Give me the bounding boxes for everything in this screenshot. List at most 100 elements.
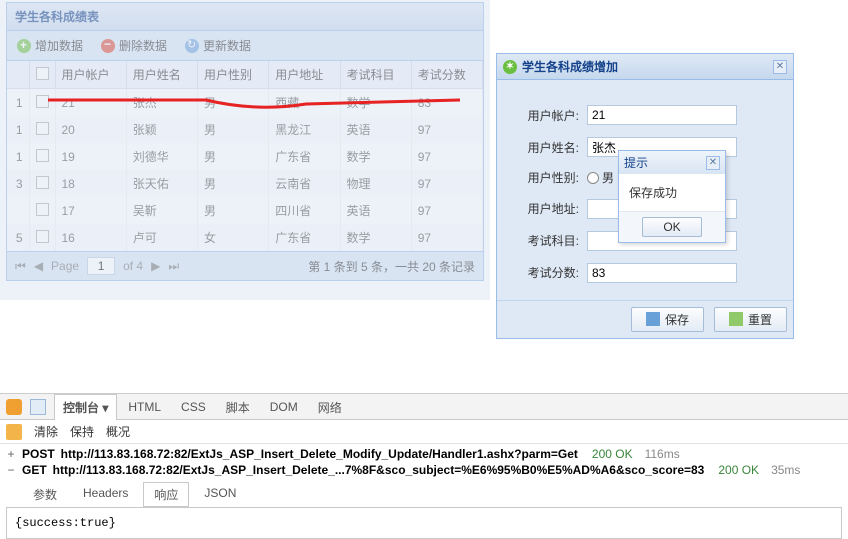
col-addr[interactable]: 用户地址 <box>269 61 340 89</box>
keep-link[interactable]: 保持 <box>70 423 94 440</box>
cell-name: 卢可 <box>126 224 197 251</box>
resp-tab-params[interactable]: 参数 <box>22 482 68 507</box>
response-body: {success:true} <box>6 507 842 539</box>
cell-check[interactable] <box>29 143 55 170</box>
col-subj[interactable]: 考试科目 <box>340 61 411 89</box>
cell-sex: 男 <box>198 197 269 224</box>
resp-tab-headers[interactable]: Headers <box>72 482 139 507</box>
tab-css[interactable]: CSS <box>172 395 215 418</box>
summary-link[interactable]: 概况 <box>106 423 130 440</box>
page-next-icon[interactable]: ▶ <box>151 259 160 273</box>
update-icon <box>185 39 199 53</box>
table-row[interactable]: 120张颖男黑龙江英语97 <box>7 116 483 143</box>
delete-button[interactable]: 删除数据 <box>97 35 171 56</box>
radio-male[interactable]: 男 <box>587 169 614 186</box>
lbl-addr: 用户地址: <box>513 194 585 224</box>
cell-check[interactable] <box>29 170 55 197</box>
col-check[interactable] <box>29 61 55 89</box>
delete-icon <box>101 39 115 53</box>
cell-sex: 女 <box>198 224 269 251</box>
page-first-icon[interactable]: ⏮ <box>15 259 26 274</box>
page-prev-icon[interactable]: ◀ <box>34 259 43 273</box>
update-button[interactable]: 更新数据 <box>181 35 255 56</box>
page-last-icon[interactable]: ⏭ <box>168 259 179 274</box>
page-input[interactable] <box>87 257 115 275</box>
net-time: 35ms <box>771 463 800 477</box>
net-status: 200 OK <box>592 447 633 461</box>
warn-icon[interactable] <box>6 424 22 440</box>
input-score[interactable] <box>587 263 737 283</box>
cell-check[interactable] <box>29 197 55 224</box>
clear-link[interactable]: 清除 <box>34 423 58 440</box>
grid-toolbar: 增加数据 删除数据 更新数据 <box>7 31 483 61</box>
resp-tab-json[interactable]: JSON <box>193 482 247 507</box>
resp-tab-resp[interactable]: 响应 <box>143 482 189 507</box>
col-acct[interactable]: 用户帐户 <box>55 61 126 89</box>
net-row[interactable]: +POSThttp://113.83.168.72:82/ExtJs_ASP_I… <box>6 446 842 462</box>
save-icon <box>646 312 660 326</box>
save-button[interactable]: 保存 <box>631 307 704 332</box>
tab-dom[interactable]: DOM <box>261 395 307 418</box>
inspect-icon[interactable] <box>30 399 46 415</box>
reset-icon <box>729 312 743 326</box>
cell-rownum <box>7 197 29 224</box>
form-icon: ✶ <box>503 60 517 74</box>
firebug-icon[interactable] <box>6 399 22 415</box>
cell-acct: 20 <box>55 116 126 143</box>
net-time: 116ms <box>645 447 680 461</box>
cell-subj: 数学 <box>340 224 411 251</box>
tab-script[interactable]: 脚本 <box>217 394 259 420</box>
cell-acct: 21 <box>55 89 126 117</box>
lbl-sex: 用户性别: <box>513 164 585 192</box>
net-row[interactable]: −GEThttp://113.83.168.72:82/ExtJs_ASP_In… <box>6 462 842 478</box>
col-rownum <box>7 61 29 89</box>
cell-check[interactable] <box>29 224 55 251</box>
table-row[interactable]: 119刘德华男广东省数学97 <box>7 143 483 170</box>
page-of: of 4 <box>123 259 143 273</box>
expand-icon[interactable]: + <box>6 447 16 461</box>
table-row[interactable]: 17吴靳男四川省英语97 <box>7 197 483 224</box>
cell-addr: 西藏 <box>269 89 340 117</box>
cell-acct: 19 <box>55 143 126 170</box>
col-sex[interactable]: 用户性别 <box>198 61 269 89</box>
table-row[interactable]: 318张天佑男云南省物理97 <box>7 170 483 197</box>
input-acct[interactable] <box>587 105 737 125</box>
net-url: http://113.83.168.72:82/ExtJs_ASP_Insert… <box>53 463 705 477</box>
cell-subj: 数学 <box>340 143 411 170</box>
cell-rownum: 1 <box>7 116 29 143</box>
cell-addr: 四川省 <box>269 197 340 224</box>
form-title: 学生各科成绩增加 <box>522 58 618 75</box>
cell-name: 刘德华 <box>126 143 197 170</box>
cell-rownum: 5 <box>7 224 29 251</box>
cell-score: 83 <box>411 89 482 117</box>
tab-console[interactable]: 控制台 <box>54 394 117 420</box>
cell-name: 张颖 <box>126 116 197 143</box>
cell-rownum: 1 <box>7 143 29 170</box>
expand-icon[interactable]: − <box>6 463 16 477</box>
update-label: 更新数据 <box>203 37 251 54</box>
cell-name: 张天佑 <box>126 170 197 197</box>
reset-button[interactable]: 重置 <box>714 307 787 332</box>
cell-subj: 英语 <box>340 116 411 143</box>
lbl-subj: 考试科目: <box>513 226 585 256</box>
msg-ok-button[interactable]: OK <box>642 217 701 237</box>
devtools: 控制台 HTML CSS 脚本 DOM 网络 清除 保持 概况 +POSThtt… <box>0 393 848 538</box>
table-row[interactable]: 516卢可女广东省数学97 <box>7 224 483 251</box>
grid-panel: 学生各科成绩表 增加数据 删除数据 更新数据 用户帐户 用户姓名 用户性别 用户… <box>6 2 484 281</box>
cell-score: 97 <box>411 170 482 197</box>
cell-check[interactable] <box>29 116 55 143</box>
cell-score: 97 <box>411 197 482 224</box>
form-close-icon[interactable]: ✕ <box>773 60 787 74</box>
cell-acct: 17 <box>55 197 126 224</box>
col-score[interactable]: 考试分数 <box>411 61 482 89</box>
cell-check[interactable] <box>29 89 55 117</box>
tab-html[interactable]: HTML <box>119 395 170 418</box>
msg-close-icon[interactable]: ✕ <box>706 156 720 170</box>
net-status: 200 OK <box>718 463 759 477</box>
cell-addr: 广东省 <box>269 143 340 170</box>
table-row[interactable]: 121张杰男西藏数学83 <box>7 89 483 117</box>
col-name[interactable]: 用户姓名 <box>126 61 197 89</box>
cell-subj: 数学 <box>340 89 411 117</box>
tab-net[interactable]: 网络 <box>309 394 351 420</box>
add-button[interactable]: 增加数据 <box>13 35 87 56</box>
